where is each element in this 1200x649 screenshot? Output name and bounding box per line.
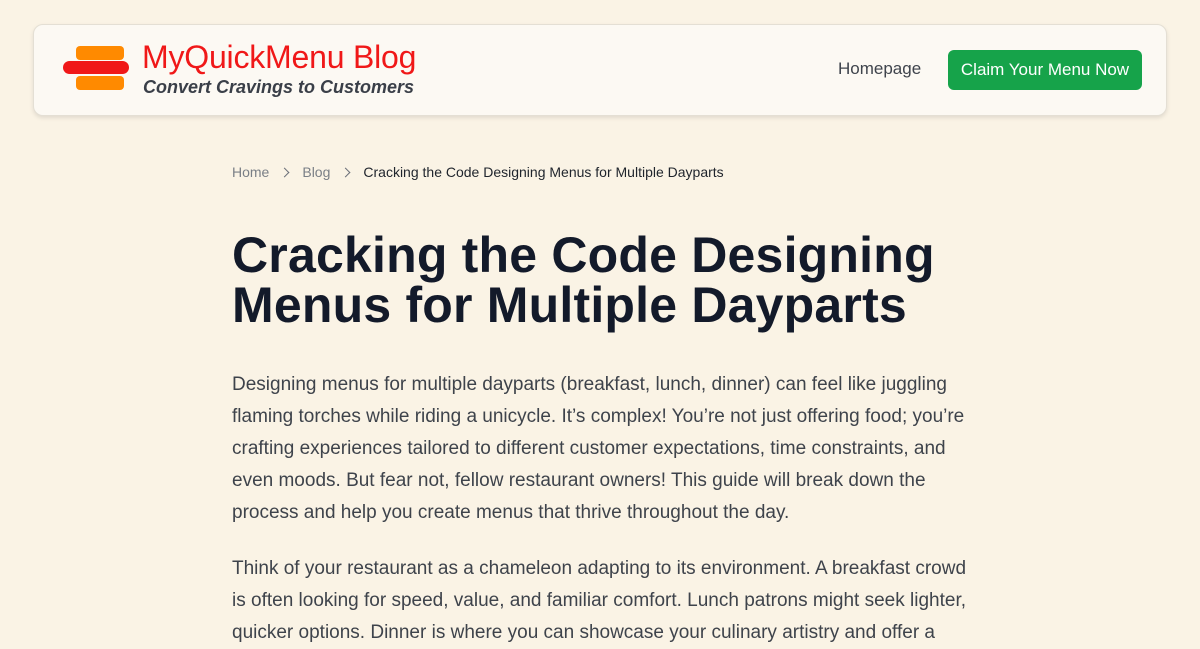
article-paragraph: Designing menus for multiple dayparts (b…: [232, 374, 965, 523]
burger-logo-icon[interactable]: [63, 45, 129, 91]
site-header: MyQuickMenu Blog Convert Cravings to Cus…: [33, 24, 1167, 116]
nav-homepage-link[interactable]: Homepage: [838, 59, 921, 79]
breadcrumb-blog[interactable]: Blog: [302, 164, 330, 180]
chevron-right-icon: [279, 167, 290, 177]
logo-patty: [63, 61, 129, 74]
breadcrumb-home[interactable]: Home: [232, 164, 269, 180]
breadcrumb-current: Cracking the Code Designing Menus for Mu…: [363, 164, 724, 180]
logo-top-bun: [76, 46, 124, 60]
claim-menu-button[interactable]: Claim Your Menu Now: [948, 50, 1142, 90]
article-paragraph: Think of your restaurant as a chameleon …: [232, 558, 967, 643]
brand-tagline: Convert Cravings to Customers: [143, 77, 415, 97]
chevron-right-icon: [340, 167, 351, 177]
logo-bottom-bun: [76, 76, 124, 90]
article-title: Cracking the Code Designing Menus for Mu…: [232, 227, 935, 333]
breadcrumb: Home Blog Cracking the Code Designing Me…: [232, 164, 724, 180]
brand-title[interactable]: MyQuickMenu Blog: [142, 39, 416, 76]
